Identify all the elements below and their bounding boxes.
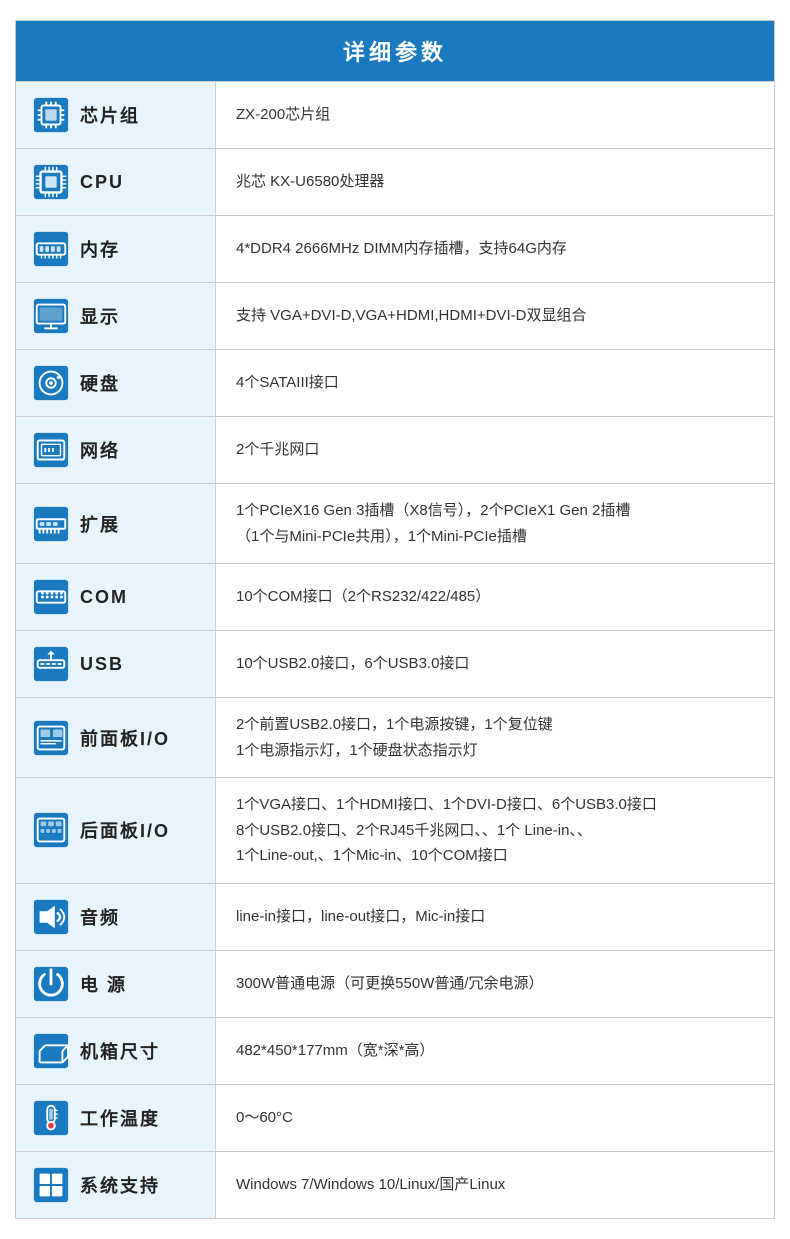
rear-io-icon <box>26 811 76 849</box>
spec-label-text-rear-io: 后面板I/O <box>80 817 170 843</box>
spec-row-usb: USB 10个USB2.0接口，6个USB3.0接口 <box>16 630 774 697</box>
spec-value-audio: line-in接口，line-out接口，Mic-in接口 <box>216 884 774 950</box>
audio-icon <box>26 898 76 936</box>
spec-value-network: 2个千兆网口 <box>216 417 774 483</box>
spec-label-text-cpu: CPU <box>80 172 124 193</box>
spec-label-text-display: 显示 <box>80 303 120 329</box>
spec-label-network: 网络 <box>16 417 216 483</box>
display-icon <box>26 297 76 335</box>
spec-row-power: 电 源 300W普通电源（可更换550W普通/冗余电源） <box>16 950 774 1017</box>
spec-row-display: 显示 支持 VGA+DVI-D,VGA+HDMI,HDMI+DVI-D双显组合 <box>16 282 774 349</box>
spec-label-com: COM <box>16 564 216 630</box>
spec-value-cpu: 兆芯 KX-U6580处理器 <box>216 149 774 215</box>
spec-label-display: 显示 <box>16 283 216 349</box>
spec-label-front-io: 前面板I/O <box>16 698 216 777</box>
spec-label-memory: 内存 <box>16 216 216 282</box>
spec-value-rear-io: 1个VGA接口、1个HDMI接口、1个DVI-D接口、6个USB3.0接口8个U… <box>216 778 774 883</box>
spec-row-memory: 内存 4*DDR4 2666MHz DIMM内存插槽，支持64G内存 <box>16 215 774 282</box>
spec-row-expansion: 扩展 1个PCIeX16 Gen 3插槽（X8信号），2个PCIeX1 Gen … <box>16 483 774 563</box>
spec-label-audio: 音频 <box>16 884 216 950</box>
spec-value-expansion: 1个PCIeX16 Gen 3插槽（X8信号），2个PCIeX1 Gen 2插槽… <box>216 484 774 563</box>
power-icon <box>26 965 76 1003</box>
usb-icon <box>26 645 76 683</box>
spec-label-text-front-io: 前面板I/O <box>80 725 170 751</box>
spec-label-text-chassis: 机箱尺寸 <box>80 1038 160 1064</box>
spec-label-temperature: 工作温度 <box>16 1085 216 1151</box>
spec-value-usb: 10个USB2.0接口，6个USB3.0接口 <box>216 631 774 697</box>
spec-label-text-os: 系统支持 <box>80 1172 160 1198</box>
chipset-icon <box>26 96 76 134</box>
spec-row-chassis: 机箱尺寸 482*450*177mm（宽*深*高） <box>16 1017 774 1084</box>
spec-label-cpu: CPU <box>16 149 216 215</box>
spec-label-text-memory: 内存 <box>80 236 120 262</box>
spec-row-rear-io: 后面板I/O 1个VGA接口、1个HDMI接口、1个DVI-D接口、6个USB3… <box>16 777 774 883</box>
spec-label-text-com: COM <box>80 587 128 608</box>
spec-row-network: 网络 2个千兆网口 <box>16 416 774 483</box>
com-icon <box>26 578 76 616</box>
spec-label-chipset: 芯片组 <box>16 82 216 148</box>
spec-label-text-harddisk: 硬盘 <box>80 370 120 396</box>
spec-label-os: 系统支持 <box>16 1152 216 1218</box>
spec-label-chassis: 机箱尺寸 <box>16 1018 216 1084</box>
os-icon <box>26 1166 76 1204</box>
spec-label-text-chipset: 芯片组 <box>80 102 140 128</box>
memory-icon <box>26 230 76 268</box>
spec-label-rear-io: 后面板I/O <box>16 778 216 883</box>
spec-label-text-temperature: 工作温度 <box>80 1105 160 1131</box>
spec-value-harddisk: 4个SATAIII接口 <box>216 350 774 416</box>
spec-value-temperature: 0～60°C <box>216 1085 774 1151</box>
temperature-icon <box>26 1099 76 1137</box>
spec-label-text-power: 电 源 <box>80 971 127 997</box>
spec-row-audio: 音频 line-in接口，line-out接口，Mic-in接口 <box>16 883 774 950</box>
spec-row-cpu: CPU 兆芯 KX-U6580处理器 <box>16 148 774 215</box>
spec-value-display: 支持 VGA+DVI-D,VGA+HDMI,HDMI+DVI-D双显组合 <box>216 283 774 349</box>
spec-row-com: COM 10个COM接口（2个RS232/422/485） <box>16 563 774 630</box>
spec-label-text-usb: USB <box>80 654 124 675</box>
spec-value-chassis: 482*450*177mm（宽*深*高） <box>216 1018 774 1084</box>
spec-label-text-network: 网络 <box>80 437 120 463</box>
expansion-icon <box>26 505 76 543</box>
spec-value-power: 300W普通电源（可更换550W普通/冗余电源） <box>216 951 774 1017</box>
spec-label-expansion: 扩展 <box>16 484 216 563</box>
spec-value-front-io: 2个前置USB2.0接口，1个电源按键，1个复位键1个电源指示灯，1个硬盘状态指… <box>216 698 774 777</box>
network-icon <box>26 431 76 469</box>
spec-row-chipset: 芯片组 ZX-200芯片组 <box>16 81 774 148</box>
front-io-icon <box>26 719 76 757</box>
spec-row-front-io: 前面板I/O 2个前置USB2.0接口，1个电源按键，1个复位键1个电源指示灯，… <box>16 697 774 777</box>
chassis-icon <box>26 1032 76 1070</box>
cpu-icon <box>26 163 76 201</box>
spec-label-text-expansion: 扩展 <box>80 511 120 537</box>
spec-value-com: 10个COM接口（2个RS232/422/485） <box>216 564 774 630</box>
spec-row-harddisk: 硬盘 4个SATAIII接口 <box>16 349 774 416</box>
spec-label-power: 电 源 <box>16 951 216 1017</box>
spec-table: 详细参数 芯片组 ZX-200芯片组 <box>15 20 775 1219</box>
spec-title: 详细参数 <box>16 21 774 81</box>
spec-label-text-audio: 音频 <box>80 904 120 930</box>
spec-value-chipset: ZX-200芯片组 <box>216 82 774 148</box>
spec-value-os: Windows 7/Windows 10/Linux/国产Linux <box>216 1152 774 1218</box>
spec-label-harddisk: 硬盘 <box>16 350 216 416</box>
spec-value-memory: 4*DDR4 2666MHz DIMM内存插槽，支持64G内存 <box>216 216 774 282</box>
spec-row-temperature: 工作温度 0～60°C <box>16 1084 774 1151</box>
spec-row-os: 系统支持 Windows 7/Windows 10/Linux/国产Linux <box>16 1151 774 1218</box>
spec-label-usb: USB <box>16 631 216 697</box>
harddisk-icon <box>26 364 76 402</box>
